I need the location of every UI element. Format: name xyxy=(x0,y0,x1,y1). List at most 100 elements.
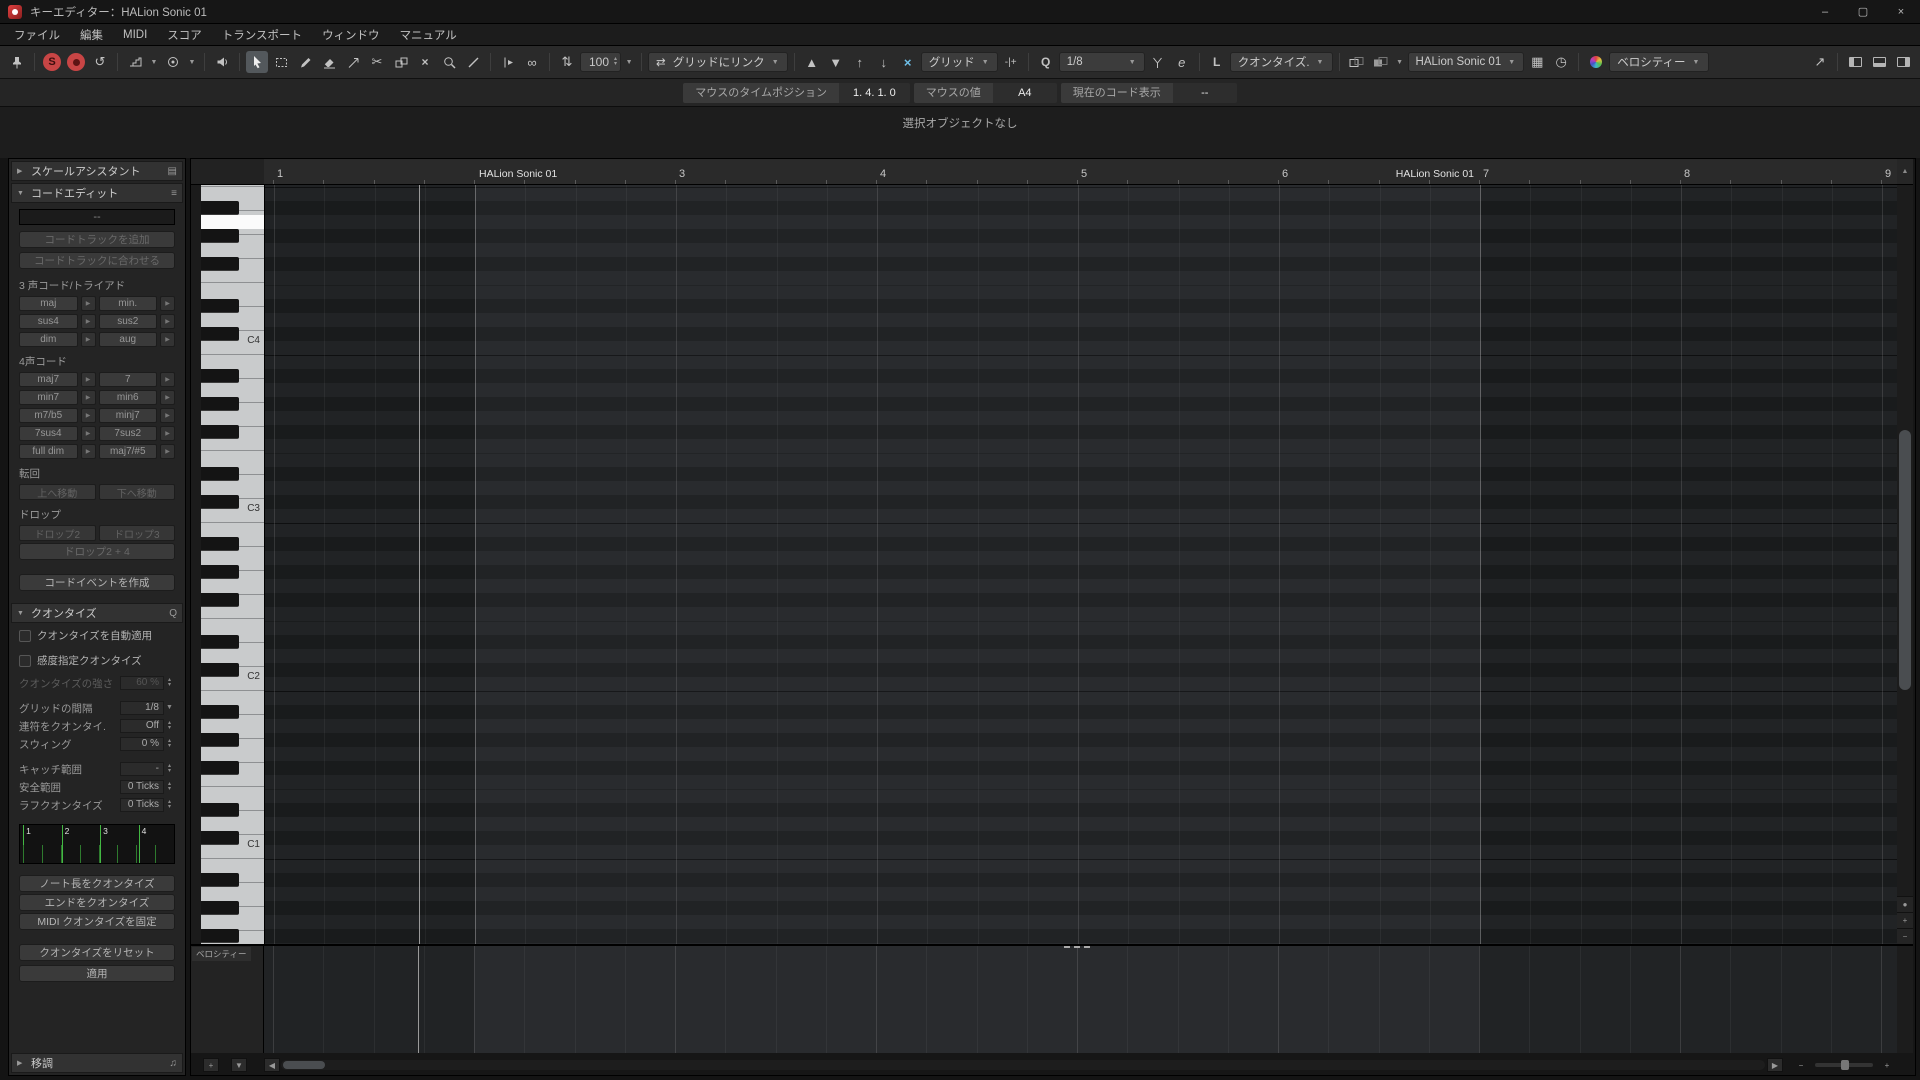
stepper-icon[interactable]: ▴ ▾ xyxy=(164,738,175,749)
black-key[interactable] xyxy=(201,831,239,845)
length-quantize-icon-button[interactable]: L xyxy=(1206,51,1228,73)
stepper-down-icon[interactable]: ▾ xyxy=(614,61,617,67)
minimize-button[interactable]: – xyxy=(1806,0,1844,24)
grid-link-dropdown[interactable]: ⇄ グリッドにリンク ▼ xyxy=(648,52,788,72)
black-key[interactable] xyxy=(201,425,239,439)
midi-input-button[interactable] xyxy=(162,51,184,73)
iterative-quantize-button[interactable] xyxy=(1147,51,1169,73)
horizontal-scroll-thumb[interactable] xyxy=(283,1061,325,1069)
black-key[interactable] xyxy=(201,229,239,243)
retrospective-record-button[interactable]: ↺ xyxy=(89,51,111,73)
stepper-icon[interactable]: ▴ ▾ xyxy=(164,799,175,810)
chord-maj7-button[interactable]: maj7 xyxy=(19,372,78,387)
auto-apply-quantize-checkbox[interactable]: クオンタイズを自動適用 xyxy=(19,628,175,643)
stepper-icon[interactable]: ▴ ▾ xyxy=(164,677,175,688)
stepper-icon[interactable]: ▴ ▾ xyxy=(164,781,175,792)
mute-tool[interactable]: × xyxy=(414,51,436,73)
section-transpose[interactable]: ▶ 移調 ♫ xyxy=(11,1053,183,1073)
stepper-icon[interactable]: ▴ ▾ xyxy=(164,763,175,774)
record-in-editor-button[interactable] xyxy=(67,53,85,71)
chord-dim-button[interactable]: dim xyxy=(19,332,78,347)
chord-min.-button[interactable]: min. xyxy=(98,296,157,311)
chord-7-button[interactable]: 7 xyxy=(98,372,157,387)
quantize-row-value[interactable]: 0 Ticks xyxy=(120,798,164,812)
quantize-row-value[interactable]: - xyxy=(120,762,164,776)
chord-min6-button[interactable]: min6 xyxy=(98,390,157,405)
midi-input-dropdown[interactable]: ▼ xyxy=(186,51,198,73)
vscroll-up-button[interactable]: ▲ xyxy=(1897,159,1913,185)
open-in-separate-window-button[interactable]: ↗ xyxy=(1809,51,1831,73)
checkbox-icon[interactable] xyxy=(19,629,31,642)
split-tool[interactable]: ✂ xyxy=(366,51,388,73)
independent-loop-button[interactable]: ∞ xyxy=(521,51,543,73)
black-key[interactable] xyxy=(201,929,239,943)
chord-maj7-menu-button[interactable]: ▶ xyxy=(80,372,96,387)
menu-item-3[interactable]: スコア xyxy=(157,27,212,43)
trim-tool[interactable] xyxy=(342,51,364,73)
chord-7sus2-menu-button[interactable]: ▶ xyxy=(160,426,175,441)
soft-quantize-checkbox[interactable]: 感度指定クオンタイズ xyxy=(19,653,175,668)
chord-maj-button[interactable]: maj xyxy=(19,296,78,311)
chord-full dim-button[interactable]: full dim xyxy=(19,444,78,459)
black-key[interactable] xyxy=(201,635,239,649)
horizontal-zoom-slider[interactable] xyxy=(1815,1060,1873,1070)
chord-7sus4-menu-button[interactable]: ▶ xyxy=(80,426,96,441)
menu-item-2[interactable]: MIDI xyxy=(113,29,157,41)
grid-type-dropdown[interactable]: グリッド ▼ xyxy=(920,52,998,72)
freeze-midi-quantize-button[interactable]: MIDI クオンタイズを固定 xyxy=(19,913,175,930)
lane-resize-marker[interactable] xyxy=(1064,946,1090,948)
pin-editor-button[interactable] xyxy=(6,51,28,73)
chord-7sus2-button[interactable]: 7sus2 xyxy=(98,426,157,441)
quantize-row-value[interactable]: 0 Ticks xyxy=(120,780,164,794)
stepper-down-icon[interactable]: ▾ xyxy=(168,804,171,810)
black-key[interactable] xyxy=(201,803,239,817)
checkbox-icon[interactable] xyxy=(19,654,31,667)
add-controller-lane-button[interactable]: + xyxy=(203,1058,219,1072)
black-key[interactable] xyxy=(201,397,239,411)
black-key[interactable] xyxy=(201,299,239,313)
black-key[interactable] xyxy=(201,257,239,271)
time-format-button[interactable]: ◷ xyxy=(1550,51,1572,73)
menu-item-6[interactable]: マニュアル xyxy=(390,27,467,43)
add-chord-track-button[interactable]: コードトラックを追加 xyxy=(19,231,175,248)
zoom-preset-button[interactable]: ● xyxy=(1897,896,1913,912)
inversion-button-0[interactable]: 上へ移動 xyxy=(19,484,96,500)
left-zone-toggle-button[interactable] xyxy=(1844,51,1866,73)
chord-sus4-menu-button[interactable]: ▶ xyxy=(80,314,96,329)
zoom-tool[interactable] xyxy=(438,51,460,73)
quantize-note-length-button[interactable]: ノート長をクオンタイズ xyxy=(19,875,175,892)
length-quantize-dropdown[interactable]: クオンタイズ. ▼ xyxy=(1229,52,1333,72)
black-key[interactable] xyxy=(201,565,239,579)
stepper-down-icon[interactable]: ▾ xyxy=(168,768,171,774)
chord-sus2-button[interactable]: sus2 xyxy=(98,314,157,329)
insert-velocity-field[interactable]: 100 ▴ ▾ xyxy=(580,52,622,72)
stepper-icon[interactable]: ▴ ▾ xyxy=(164,720,175,731)
zoom-in-horizontal-button[interactable]: + xyxy=(1879,1058,1895,1072)
chord-m7/b5-button[interactable]: m7/b5 xyxy=(19,408,78,423)
part-start-label[interactable]: HALion Sonic 01 xyxy=(476,168,561,180)
nudge-start-left-button[interactable]: ▲ xyxy=(801,51,823,73)
quantize-icon-button[interactable]: Q xyxy=(1035,51,1057,73)
autoscroll-button[interactable] xyxy=(497,51,519,73)
quantize-row-value[interactable]: 60 % xyxy=(120,676,164,690)
chord-minj7-menu-button[interactable]: ▶ xyxy=(160,408,175,423)
black-key[interactable] xyxy=(201,733,239,747)
section-chord-edit[interactable]: ▼ コードエディット ≡ xyxy=(11,183,183,203)
solo-editor-button[interactable]: S xyxy=(43,53,61,71)
step-input-button[interactable] xyxy=(124,51,146,73)
chord-min7-button[interactable]: min7 xyxy=(19,390,78,405)
drops-button-1[interactable]: ドロップ3 xyxy=(98,525,175,541)
stepper-down-icon[interactable]: ▾ xyxy=(168,786,171,792)
chord-min6-menu-button[interactable]: ▶ xyxy=(160,390,175,405)
chord-sus4-button[interactable]: sus4 xyxy=(19,314,78,329)
chord-minj7-button[interactable]: minj7 xyxy=(98,408,157,423)
right-zone-toggle-button[interactable] xyxy=(1892,51,1914,73)
draw-tool[interactable] xyxy=(294,51,316,73)
stepper-down-icon[interactable]: ▾ xyxy=(168,682,171,688)
chord-full dim-menu-button[interactable]: ▶ xyxy=(80,444,96,459)
note-grid[interactable] xyxy=(264,185,1897,944)
open-quantize-panel-button[interactable]: e xyxy=(1171,51,1193,73)
erase-tool[interactable] xyxy=(318,51,340,73)
black-key[interactable] xyxy=(201,761,239,775)
insert-velocity-icon-button[interactable]: ⇅ xyxy=(556,51,578,73)
